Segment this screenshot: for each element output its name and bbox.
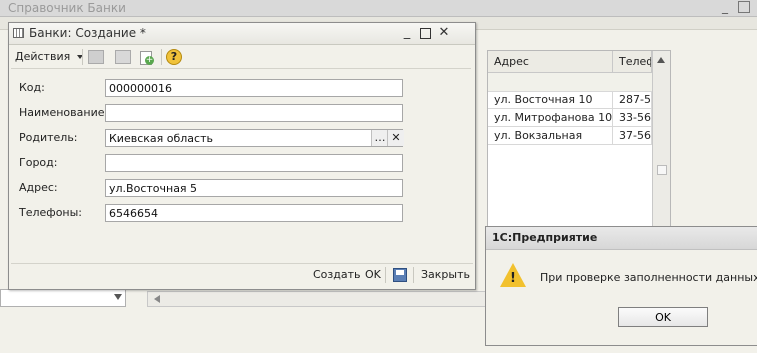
parent-label: Родитель: (19, 131, 78, 144)
scroll-left-icon[interactable] (154, 295, 160, 303)
dropdown-arrow-icon[interactable] (114, 294, 122, 300)
dialog-titlebar: 1С:Предприятие (486, 227, 757, 250)
warning-mark: ! (510, 271, 516, 286)
form-bottom-bar: Создать OK Закрыть (11, 263, 473, 286)
clear-icon[interactable]: ✕ (387, 130, 404, 146)
city-field[interactable] (105, 154, 403, 172)
add-icon[interactable]: + (138, 49, 154, 65)
name-field[interactable] (105, 104, 403, 122)
save-copy-icon[interactable] (88, 50, 104, 64)
address-label: Адрес: (19, 181, 58, 194)
toolbar-separator (385, 267, 386, 283)
table-cell-phone[interactable]: 37-56-9 (613, 127, 652, 145)
scroll-thumb[interactable] (657, 165, 667, 175)
code-field[interactable] (105, 79, 403, 97)
bank-create-form: Банки: Создание * _ ✕ Действия + ? Код: … (8, 22, 476, 290)
maximize-icon[interactable] (738, 1, 750, 13)
column-header-address[interactable]: Адрес (488, 51, 613, 73)
dialog-ok-button[interactable]: OK (618, 307, 708, 327)
form-window-icon (13, 28, 24, 38)
city-label: Город: (19, 156, 58, 169)
actions-label: Действия (15, 50, 71, 63)
toolbar-separator (413, 267, 414, 283)
restore-window-icon[interactable] (417, 25, 433, 41)
minimize-icon[interactable]: _ (399, 25, 415, 41)
scroll-up-icon[interactable] (657, 57, 665, 63)
banks-table[interactable]: Адрес Телефоны ул. Восточная 10 287-55 у… (487, 50, 671, 228)
copy-icon[interactable] (115, 50, 131, 64)
address-field[interactable] (105, 179, 403, 197)
help-icon[interactable]: ? (166, 49, 182, 65)
table-cell-address[interactable]: ул. Восточная 10 (488, 91, 613, 109)
actions-menu-button[interactable]: Действия (15, 48, 83, 66)
toolbar-separator (82, 49, 83, 65)
close-button[interactable]: Закрыть (421, 266, 470, 284)
table-cell-phone[interactable]: 33-56-9 (613, 109, 652, 127)
column-header-phones[interactable]: Телефоны (613, 51, 652, 73)
bg-bottom-select[interactable] (0, 289, 126, 307)
ok-button[interactable]: OK (365, 266, 381, 284)
bg-horizontal-scrollbar[interactable] (147, 291, 487, 307)
select-ellipsis-button[interactable]: … (371, 130, 388, 146)
minimize-icon[interactable]: _ (718, 0, 732, 14)
create-button[interactable]: Создать (313, 266, 361, 284)
form-titlebar: Банки: Создание * _ ✕ (9, 23, 475, 45)
form-title: Банки: Создание * (29, 26, 146, 40)
close-icon[interactable]: ✕ (436, 25, 452, 41)
bg-window-titlebar: Справочник Банки _ (0, 0, 757, 17)
table-vertical-scrollbar[interactable] (652, 51, 670, 227)
phones-field[interactable] (105, 204, 403, 222)
save-icon[interactable] (393, 268, 407, 282)
table-cell-address[interactable]: ул. Вокзальная (488, 127, 613, 145)
name-label: Наименование: (19, 106, 109, 119)
code-label: Код: (19, 81, 45, 94)
table-cell-phone[interactable]: 287-55 (613, 91, 652, 109)
message-dialog: 1С:Предприятие ! При проверке заполненно… (485, 226, 757, 346)
phones-label: Телефоны: (19, 206, 83, 219)
table-row-empty[interactable] (488, 73, 652, 92)
form-toolbar: Действия + ? (11, 46, 471, 69)
dialog-title: 1С:Предприятие (492, 231, 598, 244)
dialog-message: При проверке заполненности данных прои (540, 271, 757, 284)
table-cell-address[interactable]: ул. Митрофанова 10 (488, 109, 613, 127)
bg-window-title: Справочник Банки (8, 1, 126, 15)
parent-field[interactable] (105, 129, 403, 147)
toolbar-separator (161, 49, 162, 65)
